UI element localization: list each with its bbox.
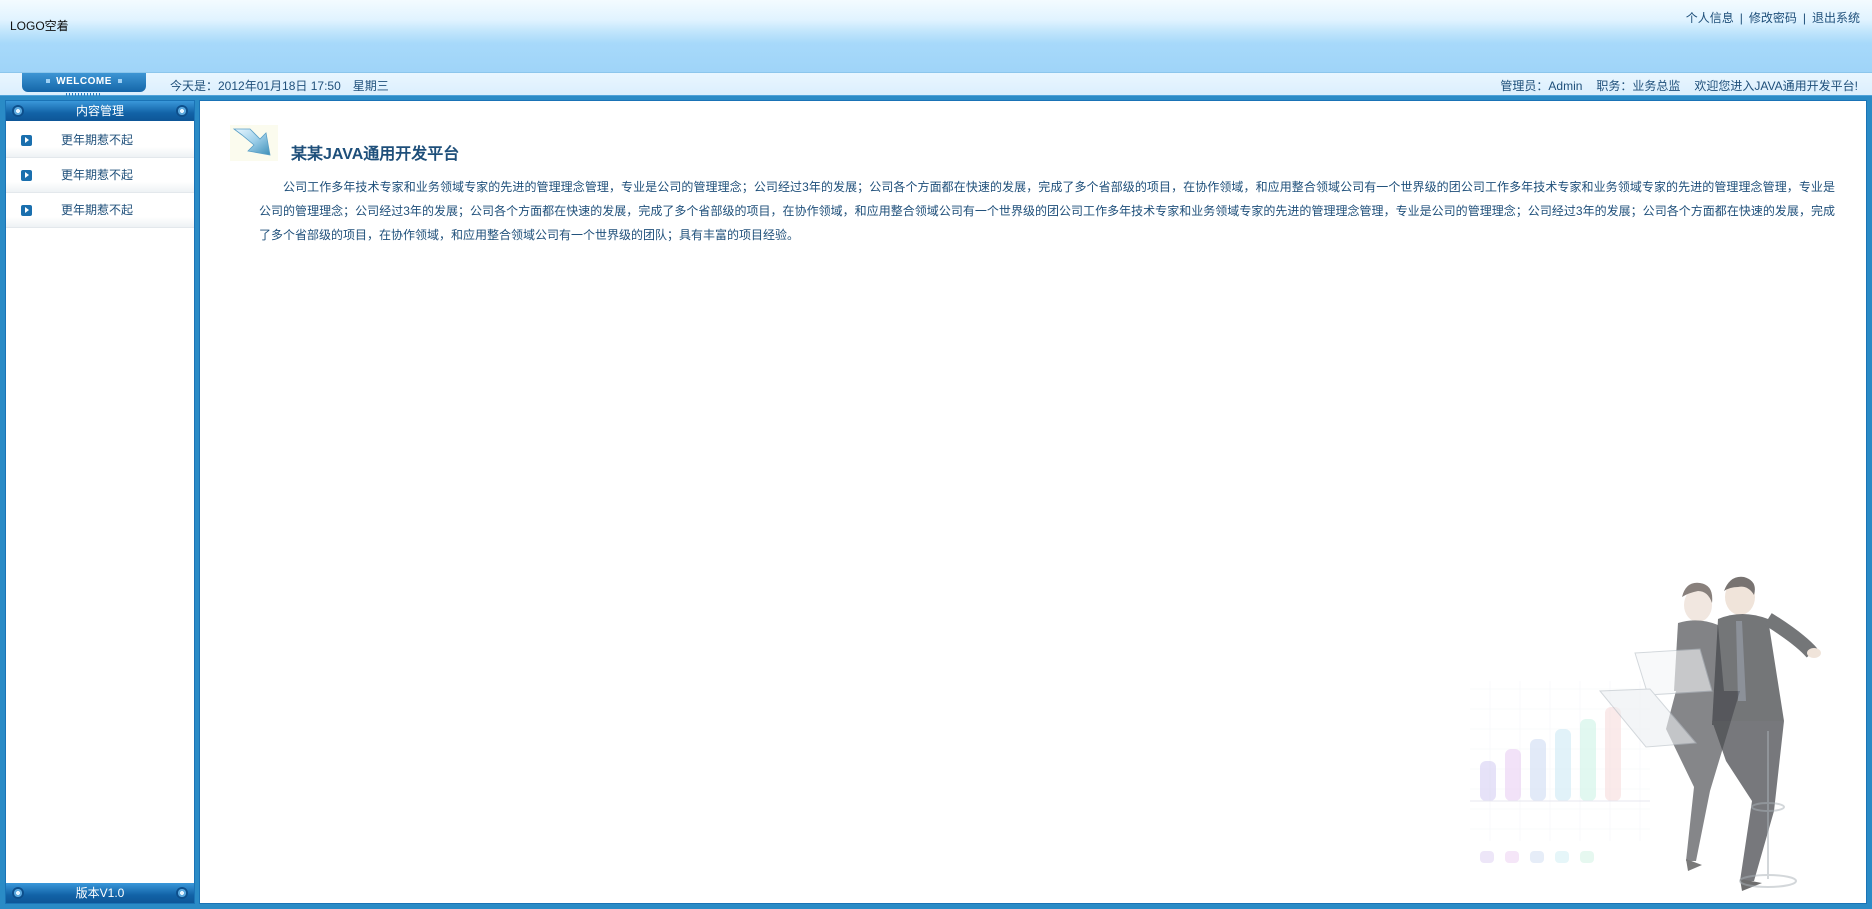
top-header: LOGO空着 个人信息 | 修改密码 | 退出系统 xyxy=(0,0,1872,72)
app-frame: LOGO空着 个人信息 | 修改密码 | 退出系统 WELCOME 今天是：2012年0… xyxy=(0,0,1872,909)
logout-link[interactable]: 退出系统 xyxy=(1812,11,1860,25)
arrow-graphic-icon xyxy=(230,125,278,161)
knob-icon xyxy=(176,887,188,899)
welcome-label: WELCOME xyxy=(56,76,112,87)
sidebar-item-label: 更年期惹不起 xyxy=(61,133,134,147)
bullet-icon xyxy=(117,79,122,84)
date-text: 今天是：2012年01月18日 17:50 xyxy=(170,79,341,93)
user-name: 管理员：Admin xyxy=(1500,79,1583,93)
tab-dash-decoration xyxy=(66,93,102,96)
sidebar-item[interactable]: 更年期惹不起 xyxy=(6,123,194,158)
knob-icon xyxy=(12,887,24,899)
info-bar: WELCOME 今天是：2012年01月18日 17:50 星期三 管理员：Adm… xyxy=(0,72,1872,96)
sidebar-title: 内容管理 xyxy=(75,104,124,118)
separator: | xyxy=(1739,11,1743,25)
intro-paragraph: 公司工作多年技术专家和业务领域专家的先进的管理理念管理，专业是公司的管理理念；公… xyxy=(259,180,1835,242)
profile-link[interactable]: 个人信息 xyxy=(1686,11,1734,25)
welcome-tab: WELCOME xyxy=(22,73,146,96)
business-people-illustration xyxy=(1470,576,1821,891)
sidebar-item[interactable]: 更年期惹不起 xyxy=(6,158,194,193)
welcome-message: 欢迎您进入JAVA通用开发平台! xyxy=(1694,79,1858,93)
sidebar: 内容管理 更年期惹不起 更年期惹不起 更年期惹不起 版本V1.0 xyxy=(5,100,195,904)
weekday-text: 星期三 xyxy=(352,79,389,93)
arrow-right-icon xyxy=(21,205,32,216)
sidebar-item-label: 更年期惹不起 xyxy=(61,168,134,182)
main-content: 某某JAVA通用开发平台 公司工作多年技术专家和业务领域专家的先进的管理理念管理… xyxy=(199,100,1867,904)
separator: | xyxy=(1802,11,1806,25)
sidebar-menu: 更年期惹不起 更年期惹不起 更年期惹不起 xyxy=(6,123,194,228)
arrow-right-icon xyxy=(21,170,32,181)
knob-icon xyxy=(176,105,188,117)
user-info: 管理员：Admin 职务：业务总监 欢迎您进入JAVA通用开发平台! xyxy=(1486,77,1858,94)
sidebar-header: 内容管理 xyxy=(6,101,194,121)
version-label: 版本V1.0 xyxy=(75,886,125,900)
logo: LOGO空着 xyxy=(10,19,69,33)
page-title: 某某JAVA通用开发平台 xyxy=(291,146,460,163)
arrow-right-icon xyxy=(21,135,32,146)
sidebar-item-label: 更年期惹不起 xyxy=(61,203,134,217)
current-date: 今天是：2012年01月18日 17:50 星期三 xyxy=(170,77,401,94)
top-links: 个人信息 | 修改密码 | 退出系统 xyxy=(1686,9,1860,26)
user-role: 职务：业务总监 xyxy=(1596,79,1681,93)
sidebar-footer: 版本V1.0 xyxy=(6,883,194,903)
bullet-icon xyxy=(46,79,51,84)
sidebar-item[interactable]: 更年期惹不起 xyxy=(6,193,194,228)
knob-icon xyxy=(12,105,24,117)
change-password-link[interactable]: 修改密码 xyxy=(1749,11,1797,25)
